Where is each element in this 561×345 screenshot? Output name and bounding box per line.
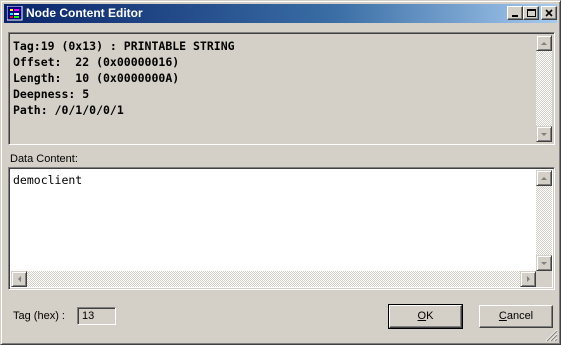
data-scroll-up-button[interactable] — [536, 170, 552, 186]
scrollbar-corner — [536, 271, 552, 287]
window-title: Node Content Editor — [26, 6, 143, 20]
ok-label-rest: K — [426, 310, 434, 322]
data-content-value: democlient — [13, 173, 83, 187]
ok-accel-letter: O — [417, 310, 427, 322]
data-content-label: Data Content: — [10, 153, 78, 165]
minimize-icon — [512, 15, 518, 17]
info-scroll-down-button[interactable] — [536, 126, 552, 142]
info-line-deepness: Deepness: 5 — [13, 87, 90, 101]
close-icon — [545, 9, 553, 17]
info-line-path: Path: /0/1/0/0/1 — [13, 103, 124, 117]
minimize-button[interactable] — [507, 6, 523, 20]
arrow-left-icon — [18, 276, 21, 282]
arrow-down-icon — [541, 262, 547, 265]
tag-hex-label: Tag (hex) : — [13, 310, 65, 322]
ok-button[interactable]: OK — [388, 304, 463, 329]
info-scroll-up-button[interactable] — [536, 35, 552, 51]
info-line-tag: Tag:19 (0x13) : PRINTABLE STRING — [13, 39, 235, 53]
info-line-length: Length: 10 (0x0000000A) — [13, 71, 180, 85]
node-info-panel[interactable]: Tag:19 (0x13) : PRINTABLE STRING Offset: … — [8, 32, 555, 145]
data-content-textarea[interactable]: democlient — [8, 167, 555, 290]
data-vertical-scrollbar[interactable] — [536, 170, 552, 271]
app-icon — [7, 6, 23, 21]
arrow-right-icon — [527, 276, 530, 282]
node-info-text: Tag:19 (0x13) : PRINTABLE STRING Offset: … — [13, 38, 235, 118]
data-horizontal-scrollbar[interactable] — [11, 271, 536, 287]
cancel-label-rest: ancel — [506, 310, 534, 322]
info-line-offset: Offset: 22 (0x00000016) — [13, 55, 180, 69]
resize-grip-icon[interactable] — [545, 329, 558, 342]
arrow-up-icon — [541, 42, 547, 45]
maximize-button[interactable] — [523, 6, 539, 20]
close-button[interactable] — [541, 6, 557, 20]
data-scroll-left-button[interactable] — [11, 271, 27, 287]
arrow-up-icon — [541, 177, 547, 180]
arrow-down-icon — [541, 133, 547, 136]
maximize-icon — [527, 9, 536, 17]
tag-hex-field: 13 — [77, 307, 116, 325]
data-scroll-down-button[interactable] — [536, 255, 552, 271]
cancel-button[interactable]: Cancel — [479, 305, 553, 328]
title-bar[interactable]: Node Content Editor — [4, 4, 557, 23]
cancel-accel-letter: C — [498, 310, 507, 322]
info-vertical-scrollbar[interactable] — [536, 35, 552, 142]
node-content-editor-window: Node Content Editor Tag:19 (0x13) : PRIN… — [0, 0, 561, 345]
data-scroll-right-button[interactable] — [520, 271, 536, 287]
tag-hex-value: 13 — [82, 310, 95, 322]
